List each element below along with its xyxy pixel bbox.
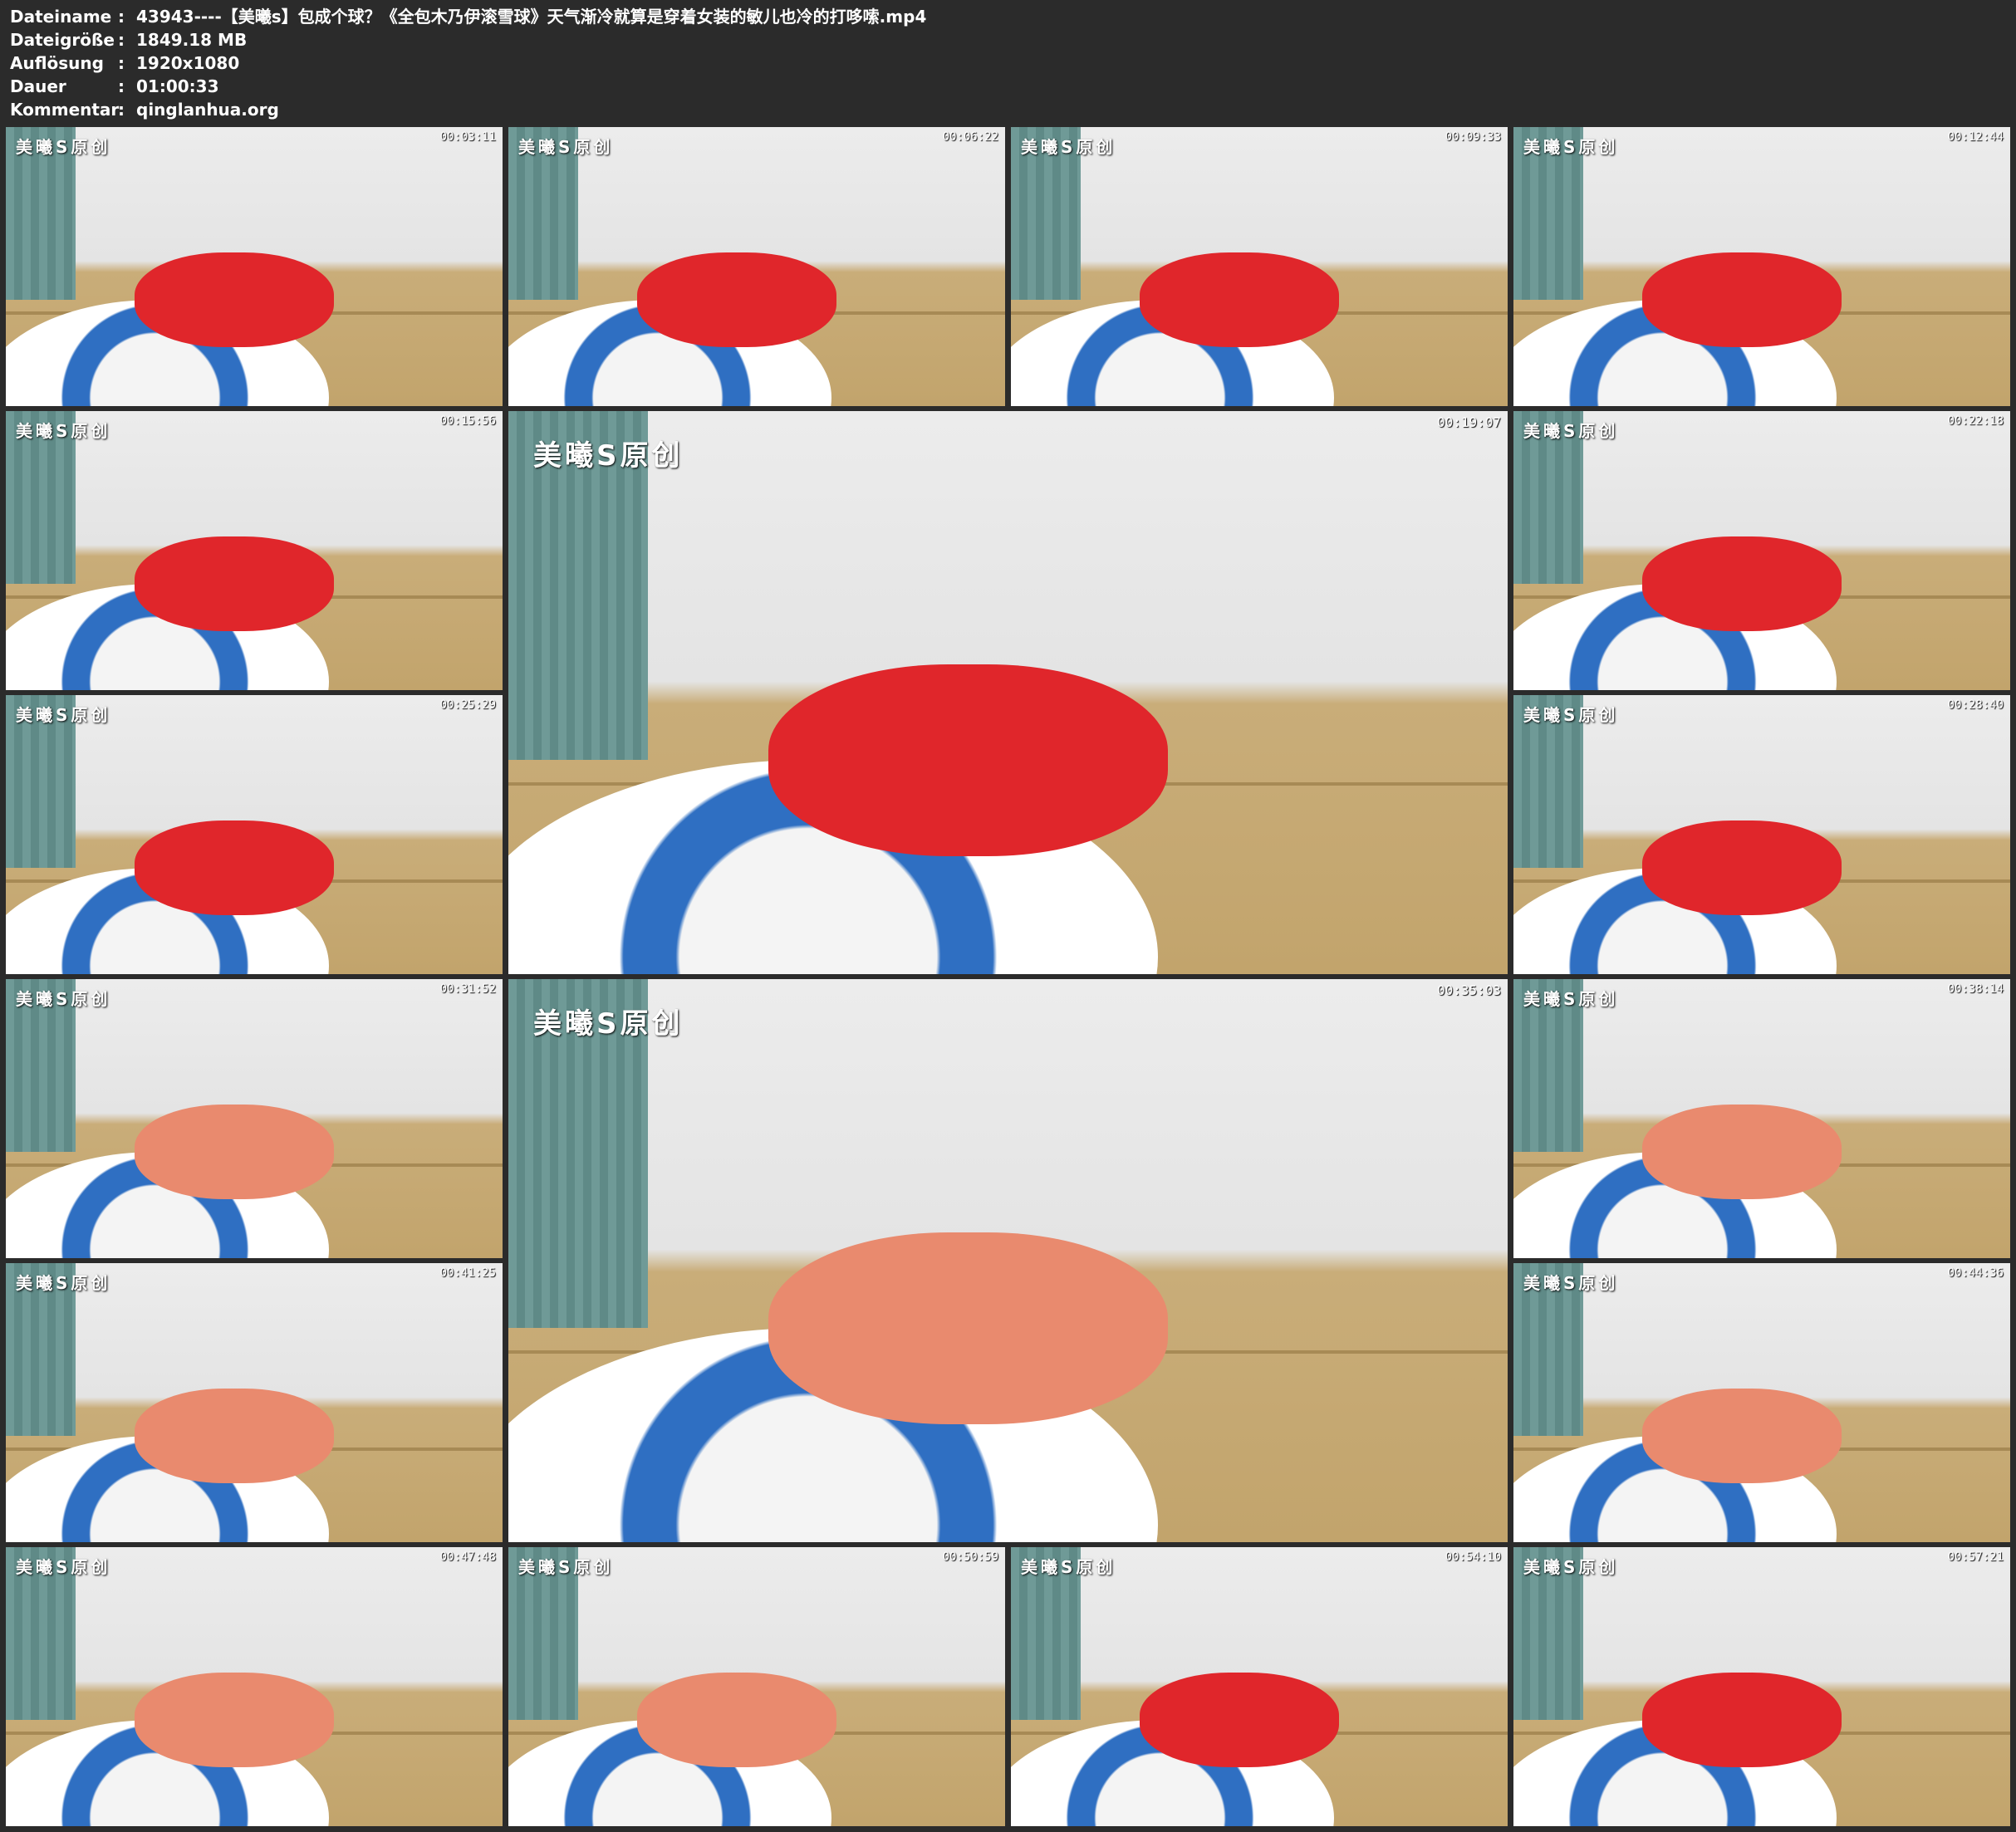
- watermark-logo: 美曦S原创: [1021, 1557, 1116, 1577]
- timestamp: 00:22:18: [1947, 414, 2004, 428]
- timestamp: 00:25:29: [439, 698, 496, 712]
- video-thumbnail: 美曦S原创 00:22:18: [1513, 411, 2010, 690]
- video-thumbnail: 美曦S原创 00:31:52: [6, 979, 503, 1258]
- timestamp: 00:31:52: [439, 982, 496, 996]
- watermark-logo: 美曦S原创: [16, 705, 111, 725]
- timestamp: 00:47:48: [439, 1550, 496, 1564]
- video-thumbnail: 美曦S原创 00:09:33: [1011, 127, 1508, 406]
- wrapped-figure: [1642, 1673, 1842, 1768]
- timestamp: 00:38:14: [1947, 982, 2004, 996]
- wrapped-figure: [637, 1673, 836, 1768]
- timestamp: 00:12:44: [1947, 130, 2004, 144]
- timestamp: 00:09:33: [1445, 130, 1501, 144]
- watermark-logo: 美曦S原创: [533, 439, 684, 473]
- wrapped-figure: [768, 1232, 1168, 1424]
- watermark-logo: 美曦S原创: [16, 1273, 111, 1293]
- wrapped-figure: [768, 664, 1168, 856]
- video-thumbnail: 美曦S原创 00:50:59: [508, 1547, 1005, 1826]
- wrapped-figure: [135, 1673, 334, 1768]
- timestamp: 00:54:10: [1445, 1550, 1501, 1564]
- video-thumbnail: 美曦S原创 00:57:21: [1513, 1547, 2010, 1826]
- wrapped-figure: [1642, 536, 1842, 632]
- timestamp: 00:35:03: [1436, 982, 1501, 998]
- wrapped-figure: [1642, 1105, 1842, 1200]
- wrapped-figure: [135, 1105, 334, 1200]
- video-thumbnail: 美曦S原创 00:03:11: [6, 127, 503, 406]
- wrapped-figure: [637, 252, 836, 348]
- video-thumbnail: 美曦S原创 00:12:44: [1513, 127, 2010, 406]
- thumbnail-grid: 美曦S原创 00:03:11 美曦S原创 00:06:22 美曦S原创 00:09:33 美…: [0, 0, 2016, 1832]
- watermark-logo: 美曦S原创: [1523, 421, 1619, 441]
- watermark-logo: 美曦S原创: [1523, 989, 1619, 1009]
- wrapped-figure: [1642, 1389, 1842, 1484]
- watermark-logo: 美曦S原创: [1523, 137, 1619, 157]
- watermark-logo: 美曦S原创: [1523, 1273, 1619, 1293]
- timestamp: 00:15:56: [439, 414, 496, 428]
- watermark-logo: 美曦S原创: [518, 1557, 614, 1577]
- wrapped-figure: [135, 536, 334, 632]
- wrapped-figure: [135, 820, 334, 916]
- timestamp: 00:19:07: [1436, 414, 1501, 430]
- timestamp: 00:44:36: [1947, 1266, 2004, 1280]
- video-thumbnail: 美曦S原创 00:25:29: [6, 695, 503, 974]
- video-thumbnail: 美曦S原创 00:47:48: [6, 1547, 503, 1826]
- wrapped-figure: [135, 1389, 334, 1484]
- watermark-logo: 美曦S原创: [1523, 1557, 1619, 1577]
- watermark-logo: 美曦S原创: [16, 1557, 111, 1577]
- video-thumbnail: 美曦S原创 00:38:14: [1513, 979, 2010, 1258]
- video-thumbnail: 美曦S原创 00:41:25: [6, 1263, 503, 1542]
- timestamp: 00:03:11: [439, 130, 496, 144]
- timestamp: 00:57:21: [1947, 1550, 2004, 1564]
- video-thumbnail: 美曦S原创 00:15:56: [6, 411, 503, 690]
- watermark-logo: 美曦S原创: [16, 989, 111, 1009]
- timestamp: 00:50:59: [942, 1550, 998, 1564]
- video-thumbnail: 美曦S原创 00:35:03: [508, 979, 1508, 1542]
- video-thumbnail: 美曦S原创 00:06:22: [508, 127, 1005, 406]
- watermark-logo: 美曦S原创: [518, 137, 614, 157]
- watermark-logo: 美曦S原创: [16, 137, 111, 157]
- watermark-logo: 美曦S原创: [533, 1007, 684, 1041]
- video-thumbnail: 美曦S原创 00:19:07: [508, 411, 1508, 974]
- timestamp: 00:06:22: [942, 130, 998, 144]
- video-thumbnail: 美曦S原创 00:54:10: [1011, 1547, 1508, 1826]
- wrapped-figure: [1642, 252, 1842, 348]
- wrapped-figure: [1642, 820, 1842, 916]
- timestamp: 00:41:25: [439, 1266, 496, 1280]
- watermark-logo: 美曦S原创: [16, 421, 111, 441]
- watermark-logo: 美曦S原创: [1523, 705, 1619, 725]
- video-thumbnail: 美曦S原创 00:28:40: [1513, 695, 2010, 974]
- watermark-logo: 美曦S原创: [1021, 137, 1116, 157]
- wrapped-figure: [135, 252, 334, 348]
- wrapped-figure: [1140, 252, 1339, 348]
- timestamp: 00:28:40: [1947, 698, 2004, 712]
- wrapped-figure: [1140, 1673, 1339, 1768]
- video-thumbnail: 美曦S原创 00:44:36: [1513, 1263, 2010, 1542]
